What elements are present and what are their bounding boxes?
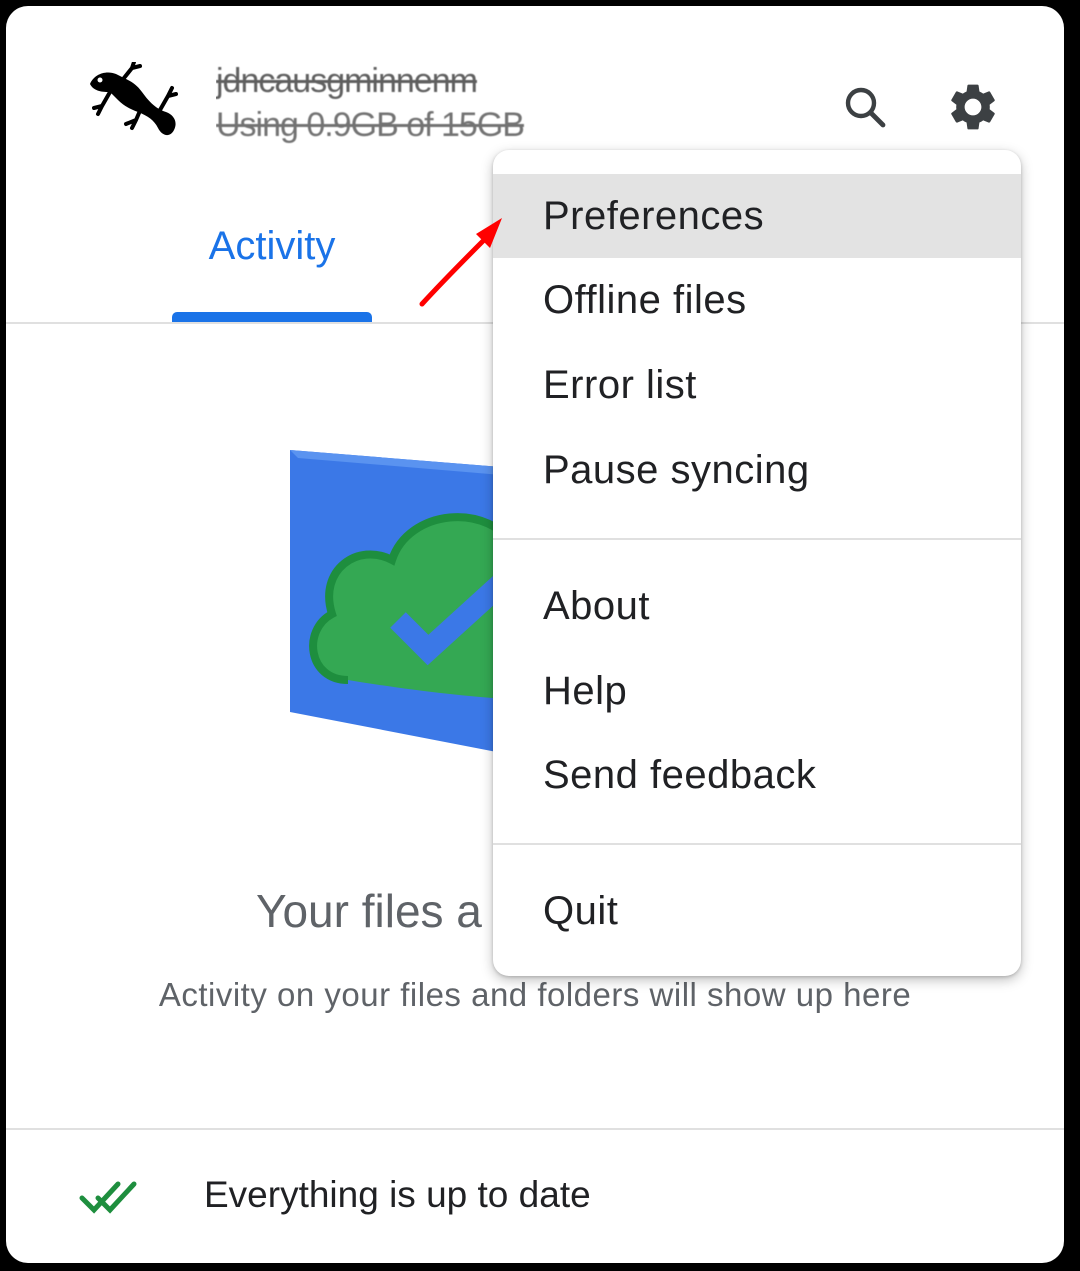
double-check-icon bbox=[79, 1181, 137, 1214]
empty-state-title: Your files a bbox=[256, 885, 482, 937]
gear-icon bbox=[951, 84, 995, 130]
account-info: jdncausgminnenm Using 0.9GB of 15GB bbox=[216, 60, 626, 156]
avatar[interactable] bbox=[80, 60, 184, 146]
menu-item-preferences[interactable]: Preferences bbox=[493, 174, 1021, 258]
tab-activity[interactable]: Activity bbox=[172, 224, 372, 269]
menu-item-help[interactable]: Help bbox=[493, 649, 1021, 733]
search-icon bbox=[845, 87, 886, 128]
annotation-arrow bbox=[419, 218, 502, 307]
menu-item-offline-files[interactable]: Offline files bbox=[493, 258, 1021, 342]
search-button[interactable] bbox=[834, 76, 896, 138]
status-footer: Everything is up to date bbox=[6, 1128, 1064, 1263]
menu-divider bbox=[493, 843, 1021, 845]
menu-item-about[interactable]: About bbox=[493, 564, 1021, 648]
menu-item-pause-syncing[interactable]: Pause syncing bbox=[493, 428, 1021, 512]
settings-button[interactable] bbox=[942, 76, 1004, 138]
account-storage: Using 0.9GB of 15GB bbox=[216, 106, 525, 144]
empty-state-subtitle: Activity on your files and folders will … bbox=[158, 976, 912, 1013]
tab-active-indicator bbox=[172, 312, 372, 322]
account-name: jdncausgminnenm bbox=[216, 62, 478, 100]
sync-status-text: Everything is up to date bbox=[204, 1174, 591, 1215]
menu-divider bbox=[493, 538, 1021, 540]
menu-item-error-list[interactable]: Error list bbox=[493, 343, 1021, 427]
settings-menu: Preferences Offline files Error list Pau… bbox=[493, 150, 1021, 976]
menu-item-quit[interactable]: Quit bbox=[493, 869, 1021, 953]
drive-window: jdncausgminnenm Using 0.9GB of 15GB Acti… bbox=[6, 6, 1064, 1263]
menu-item-send-feedback[interactable]: Send feedback bbox=[493, 733, 1021, 817]
